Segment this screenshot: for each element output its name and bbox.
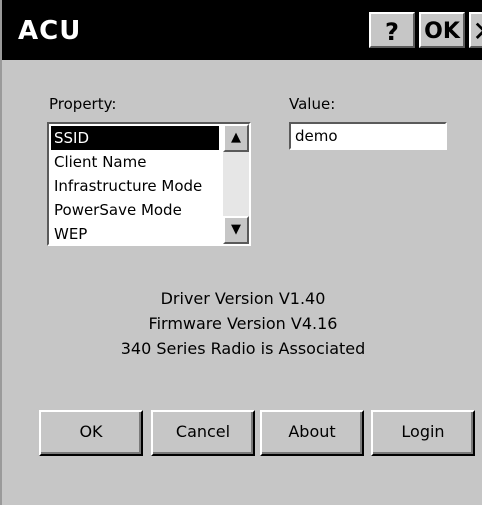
list-item-powersave-mode[interactable]: PowerSave Mode xyxy=(51,198,223,222)
value-label: Value: xyxy=(289,95,336,113)
help-button[interactable]: ? xyxy=(369,12,415,48)
list-item-wep[interactable]: WEP xyxy=(51,222,223,244)
login-button[interactable]: Login xyxy=(371,410,475,456)
list-item-ssid[interactable]: SSID xyxy=(51,126,219,150)
list-item-client-name[interactable]: Client Name xyxy=(51,150,223,174)
window-title: ACU xyxy=(18,16,82,46)
firmware-version-text: Firmware Version V4.16 xyxy=(148,314,338,333)
cancel-button[interactable]: Cancel xyxy=(151,410,255,456)
value-input[interactable]: demo xyxy=(289,122,447,150)
title-bar: ACU ? OK ✕ xyxy=(2,0,482,60)
close-button[interactable]: ✕ xyxy=(469,12,482,48)
about-button[interactable]: About xyxy=(260,410,364,456)
scroll-track[interactable] xyxy=(223,152,249,216)
radio-status-text: 340 Series Radio is Associated xyxy=(120,339,366,358)
title-ok-button[interactable]: OK xyxy=(419,12,465,48)
property-list-items: SSID Client Name Infrastructure Mode Pow… xyxy=(51,126,223,244)
driver-version-text: Driver Version V1.40 xyxy=(160,289,326,308)
scroll-up-icon[interactable]: ▲ xyxy=(223,124,249,152)
property-scrollbar[interactable]: ▲ ▼ xyxy=(223,124,249,244)
ok-button[interactable]: OK xyxy=(39,410,143,456)
scroll-down-icon[interactable]: ▼ xyxy=(223,216,249,244)
acu-dialog: ACU ? OK ✕ Property: Value: SSID Client … xyxy=(0,0,482,505)
list-item-infrastructure-mode[interactable]: Infrastructure Mode xyxy=(51,174,223,198)
property-listbox[interactable]: SSID Client Name Infrastructure Mode Pow… xyxy=(47,122,251,246)
property-label: Property: xyxy=(49,95,117,113)
